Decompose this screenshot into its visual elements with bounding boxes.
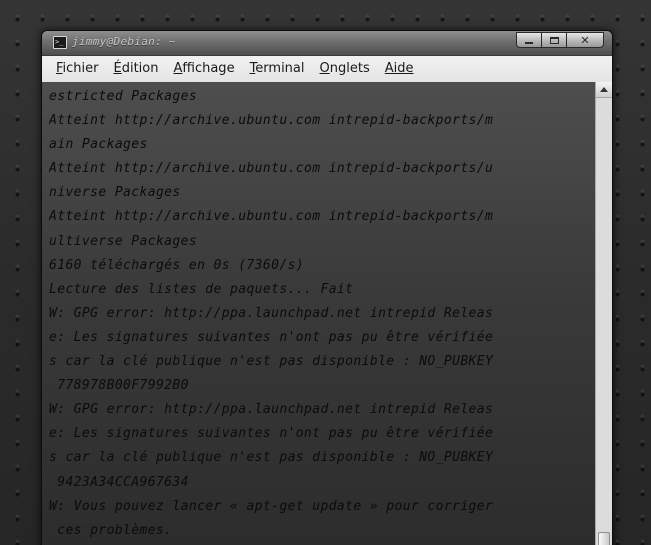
terminal-text[interactable]: estricted Packages Atteint http://archiv… [49,85,592,543]
terminal-line: W: GPG error: http://ppa.launchpad.net i… [49,305,494,321]
terminal-line: 9423A34CCA967634 [49,474,189,490]
menu-aide[interactable]: Aide [377,56,421,82]
menu-label: nglets [329,61,370,76]
terminal-line: ces problèmes. [49,522,173,538]
terminal-output[interactable]: estricted Packages Atteint http://archiv… [42,82,612,545]
terminal-line: Atteint http://archive.ubuntu.com intrep… [49,113,494,129]
terminal-line: niverse Packages [49,185,181,201]
menu-label: erminal [255,61,305,76]
menu-label: dition [121,61,159,76]
menu-mnemonic: Aide [384,61,414,76]
terminal-icon: >_ [53,36,67,49]
terminal-window: >_ jimmy@Debian: ~ ✕ Fichier Édition Aff… [41,30,613,545]
terminal-line: Atteint http://archive.ubuntu.com intrep… [49,209,494,225]
terminal-line: 6160 téléchargés en 0s (7360/s) [49,257,305,273]
scroll-up-button[interactable] [596,82,612,98]
terminal-line: e: Les signatures suivantes n'ont pas pu… [49,329,494,345]
minimize-icon [525,42,533,44]
scrollbar-thumb[interactable] [598,532,610,545]
menu-terminal[interactable]: Terminal [242,56,312,82]
close-button[interactable]: ✕ [566,32,604,48]
terminal-line: e: Les signatures suivantes n'ont pas pu… [49,426,494,442]
terminal-line: 778978B00F7992B0 [49,378,189,394]
maximize-icon [549,36,559,44]
terminal-line: W: Vous pouvez lancer « apt-get update »… [49,498,494,514]
menu-onglets[interactable]: Onglets [312,56,377,82]
maximize-button[interactable] [541,32,566,48]
menu-label: ichier [62,61,99,76]
terminal-line: ultiverse Packages [49,233,198,249]
terminal-line: Atteint http://archive.ubuntu.com intrep… [49,161,494,177]
arrow-up-icon [600,87,608,92]
menu-mnemonic: É [113,61,122,76]
minimize-button[interactable] [516,32,541,48]
terminal-line: estricted Packages [49,89,198,104]
terminal-line: s car la clé publique n'est pas disponib… [49,450,494,466]
terminal-line: W: GPG error: http://ppa.launchpad.net i… [49,402,494,418]
terminal-line: s car la clé publique n'est pas disponib… [49,354,494,370]
close-icon: ✕ [580,33,590,47]
window-title: jimmy@Debian: ~ [72,35,176,48]
menu-fichier[interactable]: Fichier [48,56,106,82]
window-controls: ✕ [516,32,604,48]
vertical-scrollbar[interactable] [595,82,612,545]
title-bar[interactable]: >_ jimmy@Debian: ~ ✕ [42,31,612,56]
menu-edition[interactable]: Édition [106,56,166,82]
menu-bar: Fichier Édition Affichage Terminal Ongle… [42,56,612,83]
menu-label: ffichage [182,61,235,76]
menu-mnemonic: O [319,61,330,76]
menu-affichage[interactable]: Affichage [165,56,241,82]
terminal-line: ain Packages [49,137,148,153]
terminal-line: Lecture des listes de paquets... Fait [49,281,354,297]
